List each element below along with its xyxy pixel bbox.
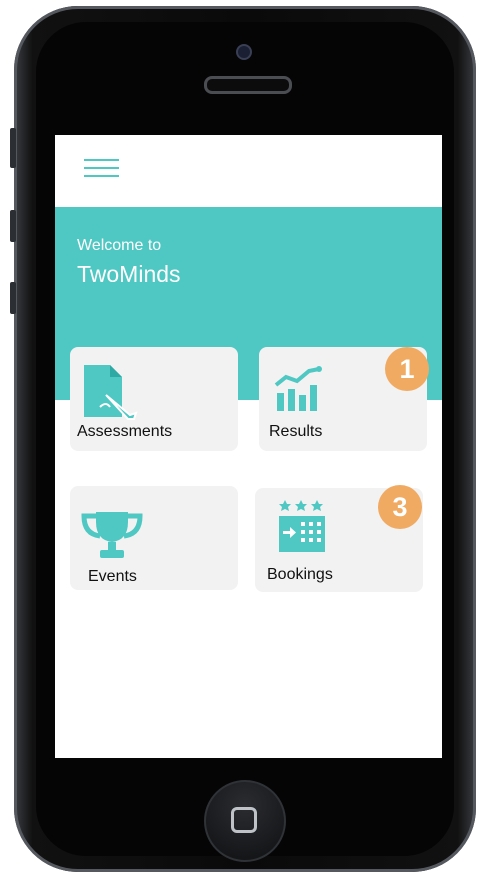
earpiece-speaker xyxy=(204,76,292,94)
mute-switch xyxy=(10,128,16,168)
tile-assessments[interactable]: Assessments xyxy=(70,347,238,451)
bookings-calendar-icon xyxy=(279,500,325,552)
volume-up-button xyxy=(10,210,16,242)
front-camera xyxy=(236,44,252,60)
trophy-icon xyxy=(81,512,143,558)
bookings-notification-badge: 3 xyxy=(378,485,422,529)
welcome-text: Welcome to xyxy=(77,237,162,254)
assessment-document-icon xyxy=(84,365,138,420)
hamburger-menu-icon[interactable] xyxy=(84,159,119,181)
results-chart-icon xyxy=(274,366,322,411)
tile-label: Assessments xyxy=(77,423,173,440)
volume-down-button xyxy=(10,282,16,314)
app-screen: Welcome to TwoMinds Assessments Results … xyxy=(55,135,442,758)
tile-label: Bookings xyxy=(267,566,333,583)
home-button[interactable] xyxy=(204,780,286,862)
tile-events[interactable]: Events xyxy=(70,486,238,590)
results-notification-badge: 1 xyxy=(385,347,429,391)
home-square-icon xyxy=(231,807,257,833)
tile-label: Events xyxy=(88,568,137,585)
app-name: TwoMinds xyxy=(77,261,181,287)
tile-label: Results xyxy=(269,423,323,440)
top-bar xyxy=(55,135,442,207)
